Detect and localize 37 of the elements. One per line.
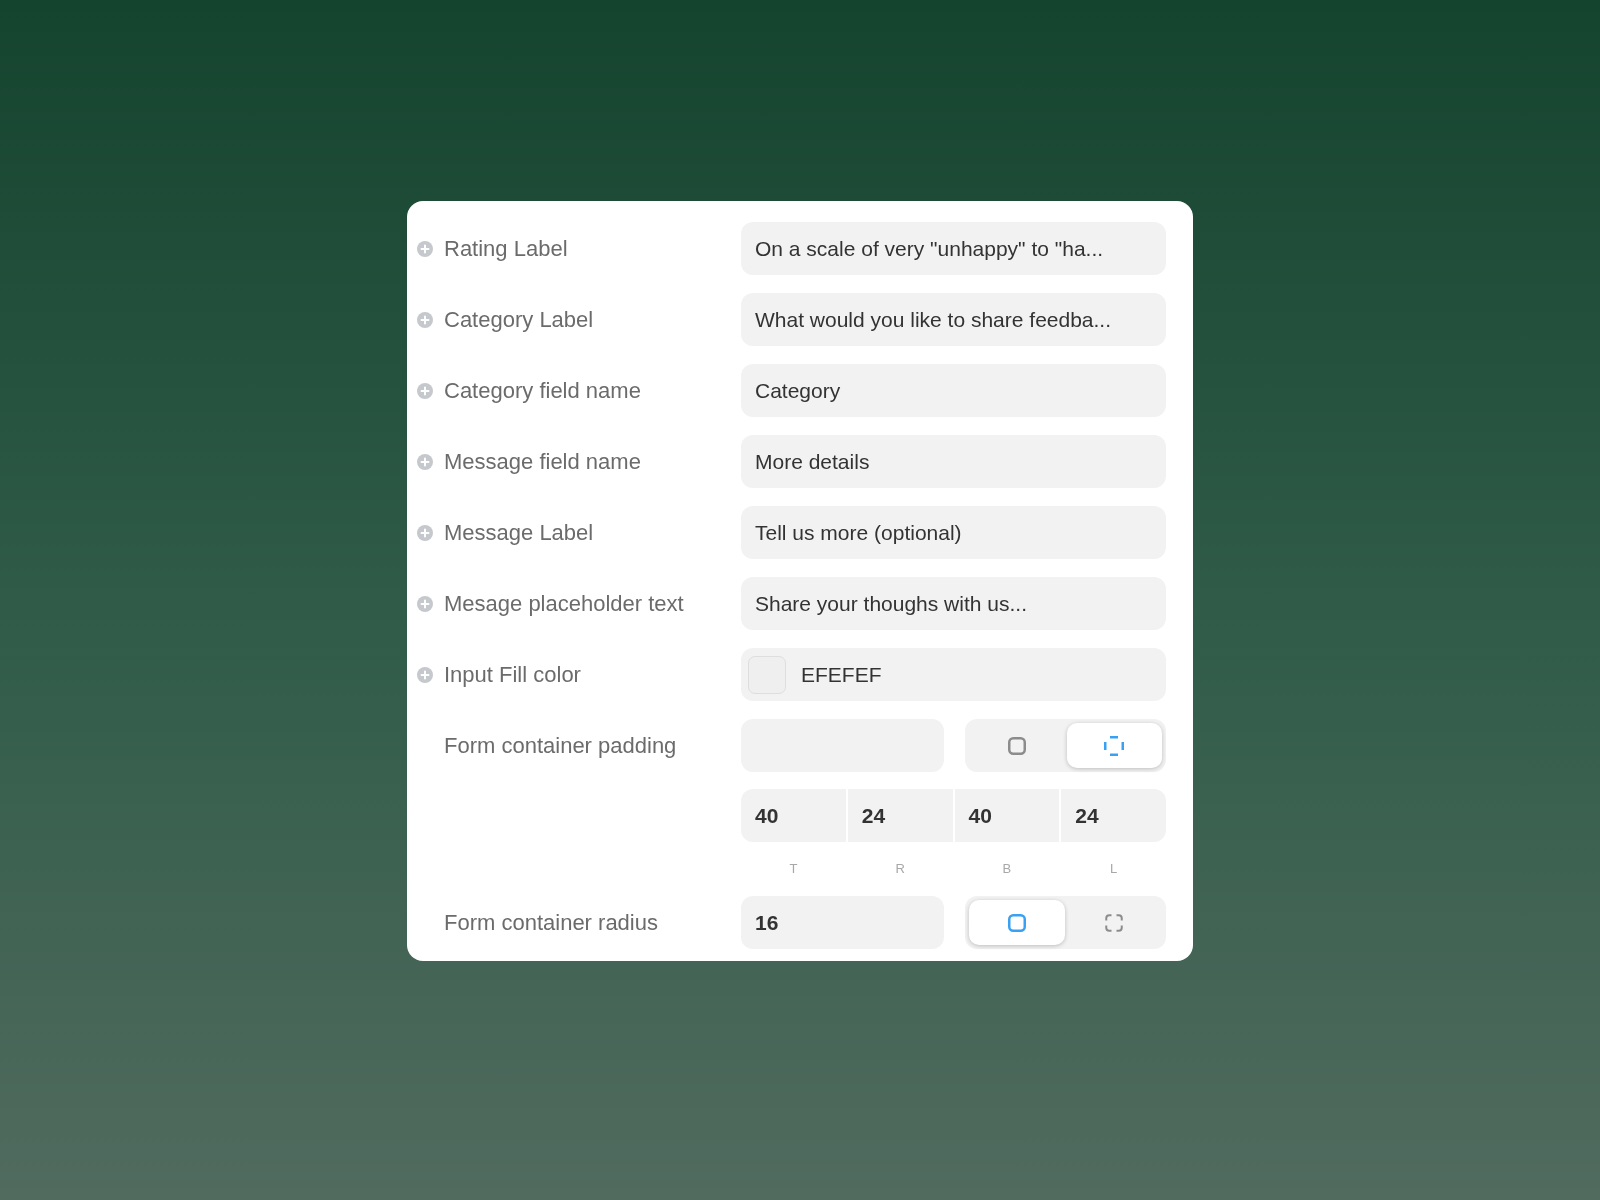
number-field[interactable]: 16 (741, 896, 944, 949)
side-caption: B (1002, 860, 1012, 879)
plus-circle-icon (417, 453, 433, 470)
side-caption: R (895, 860, 905, 879)
square-icon (1007, 736, 1026, 755)
field-label: Category field name (444, 377, 641, 405)
text-field[interactable]: On a scale of very "unhappy" to "ha... (741, 222, 1166, 275)
plus-circle-icon (417, 240, 433, 257)
text-field[interactable]: Share your thoughs with us... (741, 577, 1166, 630)
text-field[interactable]: More details (741, 435, 1166, 488)
plus-circle-icon (417, 524, 433, 541)
plus-circle-icon (417, 311, 433, 328)
color-field[interactable]: EFEFEF (741, 648, 1166, 701)
field-label: Form container padding (444, 732, 677, 760)
plus-circle-icon (417, 595, 433, 612)
toggle-button[interactable] (1066, 723, 1162, 768)
corner-brackets-icon (1105, 913, 1124, 932)
plus-circle-icon (417, 382, 433, 399)
number-field[interactable]: 24 (1061, 789, 1166, 842)
number-field[interactable]: 24 (847, 789, 953, 842)
field-label: Mesage placeholder text (444, 590, 684, 618)
plus-circle-icon (417, 666, 433, 683)
side-caption: T (789, 860, 798, 879)
text-field[interactable]: What would you like to share feedba... (741, 293, 1166, 346)
toggle-button[interactable] (969, 900, 1065, 945)
text-field[interactable]: Category (741, 364, 1166, 417)
side-caption: L (1110, 860, 1118, 879)
field-label: Input Fill color (444, 661, 581, 689)
square-icon (1007, 913, 1026, 932)
field-label: Category Label (444, 306, 594, 334)
number-field[interactable]: 40 (741, 789, 846, 842)
text-field[interactable]: Tell us more (optional) (741, 506, 1166, 559)
field-label: Message field name (444, 448, 641, 476)
field-label: Message Label (444, 519, 594, 547)
field-label: Form container radius (444, 909, 658, 937)
field-label: Rating Label (444, 235, 568, 263)
number-field[interactable]: 40 (954, 789, 1060, 842)
